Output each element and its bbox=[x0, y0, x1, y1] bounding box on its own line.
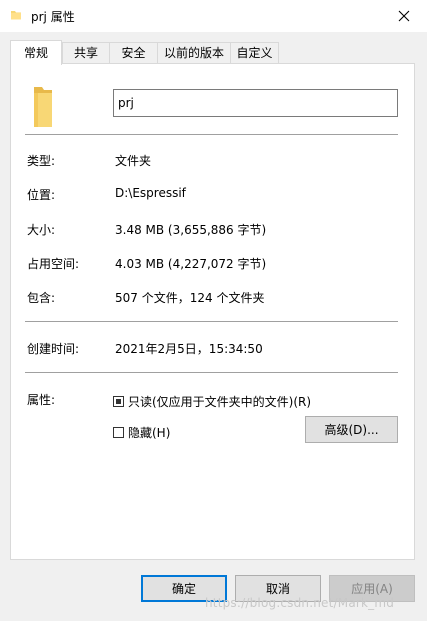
disk-size-label: 占用空间: bbox=[27, 257, 80, 271]
location-label: 位置: bbox=[27, 188, 56, 202]
divider bbox=[25, 134, 398, 135]
tab-sharing[interactable]: 共享 bbox=[62, 42, 110, 63]
disk-size-value: 4.03 MB (4,227,072 字节) bbox=[115, 257, 267, 271]
general-panel bbox=[10, 63, 415, 560]
readonly-checkbox[interactable] bbox=[113, 396, 124, 407]
title-bar: prj 属性 bbox=[0, 0, 427, 32]
tab-general[interactable]: 常规 bbox=[10, 40, 62, 65]
divider bbox=[25, 372, 398, 373]
advanced-button[interactable]: 高级(D)... bbox=[305, 416, 398, 443]
hidden-checkbox-row[interactable]: 隐藏(H) bbox=[113, 424, 170, 441]
tab-customize[interactable]: 自定义 bbox=[230, 42, 279, 63]
divider bbox=[25, 321, 398, 322]
attributes-label: 属性: bbox=[27, 393, 56, 407]
close-button[interactable] bbox=[381, 0, 427, 32]
size-value: 3.48 MB (3,655,886 字节) bbox=[115, 223, 267, 237]
location-value: D:\Espressif bbox=[115, 186, 186, 200]
close-icon bbox=[398, 10, 410, 22]
tab-previous-versions[interactable]: 以前的版本 bbox=[157, 42, 231, 63]
folder-icon bbox=[11, 11, 21, 20]
contains-value: 507 个文件，124 个文件夹 bbox=[115, 291, 265, 305]
window-title: prj 属性 bbox=[31, 10, 75, 24]
created-label: 创建时间: bbox=[27, 342, 80, 356]
type-value: 文件夹 bbox=[115, 154, 152, 168]
hidden-checkbox[interactable] bbox=[113, 427, 124, 438]
tab-security[interactable]: 安全 bbox=[109, 42, 158, 63]
readonly-checkbox-row[interactable]: 只读(仅应用于文件夹中的文件)(R) bbox=[113, 393, 311, 410]
hidden-label: 隐藏(H) bbox=[128, 426, 171, 440]
watermark: https://blog.csdn.net/Mark_md bbox=[205, 596, 395, 610]
folder-icon bbox=[34, 87, 52, 127]
contains-label: 包含: bbox=[27, 291, 56, 305]
size-label: 大小: bbox=[27, 223, 56, 237]
readonly-label: 只读(仅应用于文件夹中的文件)(R) bbox=[128, 395, 312, 409]
type-label: 类型: bbox=[27, 154, 56, 168]
folder-name-input[interactable] bbox=[113, 89, 398, 117]
created-value: 2021年2月5日，15:34:50 bbox=[115, 342, 263, 356]
